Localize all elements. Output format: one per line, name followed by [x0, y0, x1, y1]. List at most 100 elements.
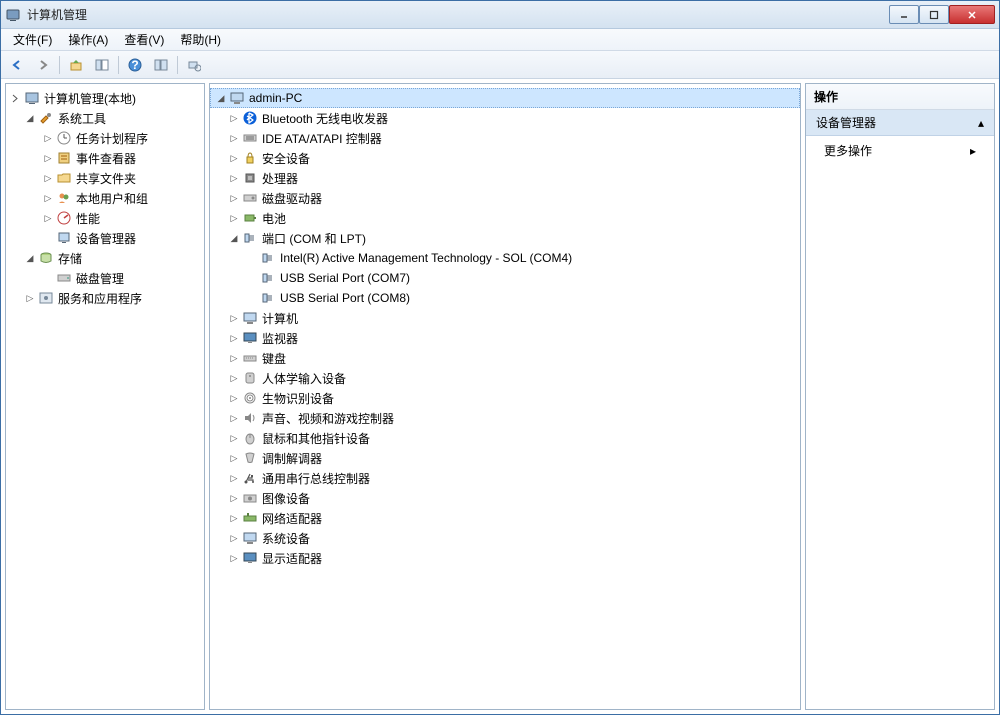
expander-icon[interactable]: ▷	[42, 172, 54, 184]
device-biometric[interactable]: ▷ 生物识别设备	[210, 388, 800, 408]
device-mice[interactable]: ▷ 鼠标和其他指针设备	[210, 428, 800, 448]
expander-down-icon[interactable]: ◢	[24, 252, 36, 264]
show-hide-tree-button[interactable]	[90, 54, 114, 76]
tree-services-apps[interactable]: ▷ 服务和应用程序	[6, 288, 204, 308]
expander-icon[interactable]: ▷	[228, 532, 240, 544]
toolbar-separator	[177, 56, 178, 74]
tree-root-computer-management[interactable]: 计算机管理(本地)	[6, 88, 204, 108]
expander-down-icon[interactable]: ◢	[24, 112, 36, 124]
device-battery[interactable]: ▷ 电池	[210, 208, 800, 228]
device-keyboards[interactable]: ▷ 键盘	[210, 348, 800, 368]
actions-panel: 操作 设备管理器 ▴ 更多操作 ▸	[805, 83, 995, 710]
node-label: 端口 (COM 和 LPT)	[262, 230, 366, 247]
tree-local-users[interactable]: ▷ 本地用户和组	[6, 188, 204, 208]
expander-icon[interactable]: ▷	[42, 212, 54, 224]
expander-icon[interactable]: ▷	[228, 372, 240, 384]
expander-icon[interactable]: ▷	[228, 332, 240, 344]
action-more[interactable]: 更多操作 ▸	[806, 136, 994, 165]
expander-icon[interactable]: ▷	[24, 292, 36, 304]
expander-icon[interactable]: ▷	[228, 132, 240, 144]
expander-icon[interactable]: ▷	[42, 192, 54, 204]
tree-device-manager[interactable]: ▷ 设备管理器	[6, 228, 204, 248]
node-label: 事件查看器	[76, 150, 136, 167]
node-label: USB Serial Port (COM8)	[280, 291, 410, 305]
device-imaging[interactable]: ▷ 图像设备	[210, 488, 800, 508]
collapse-icon[interactable]: ▴	[978, 116, 984, 130]
expander-icon[interactable]: ▷	[228, 312, 240, 324]
device-computers[interactable]: ▷ 计算机	[210, 308, 800, 328]
computer-icon	[229, 90, 245, 106]
device-processors[interactable]: ▷ 处理器	[210, 168, 800, 188]
tree-event-viewer[interactable]: ▷ 事件查看器	[6, 148, 204, 168]
expander-down-icon[interactable]: ◢	[228, 232, 240, 244]
expander-icon[interactable]: ▷	[228, 192, 240, 204]
expander-icon[interactable]: ▷	[228, 452, 240, 464]
expander-icon[interactable]: ▷	[228, 152, 240, 164]
minimize-button[interactable]	[889, 5, 919, 24]
tree-task-scheduler[interactable]: ▷ 任务计划程序	[6, 128, 204, 148]
device-root-computer[interactable]: ◢ admin-PC	[210, 88, 800, 108]
expander-icon[interactable]	[10, 92, 22, 104]
menu-help[interactable]: 帮助(H)	[172, 29, 229, 50]
node-label: 磁盘驱动器	[262, 190, 322, 207]
device-disk-drives[interactable]: ▷ 磁盘驱动器	[210, 188, 800, 208]
device-usb-controllers[interactable]: ▷ 通用串行总线控制器	[210, 468, 800, 488]
expander-icon[interactable]: ▷	[42, 132, 54, 144]
device-network[interactable]: ▷ 网络适配器	[210, 508, 800, 528]
clock-icon	[56, 130, 72, 146]
expander-icon[interactable]: ▷	[42, 152, 54, 164]
device-modems[interactable]: ▷ 调制解调器	[210, 448, 800, 468]
expander-icon[interactable]: ▷	[228, 432, 240, 444]
expander-icon[interactable]: ▷	[228, 112, 240, 124]
device-sound[interactable]: ▷ 声音、视频和游戏控制器	[210, 408, 800, 428]
device-port-sol[interactable]: ▷ Intel(R) Active Management Technology …	[210, 248, 800, 268]
forward-button[interactable]	[31, 54, 55, 76]
port-icon	[260, 250, 276, 266]
actions-section-title[interactable]: 设备管理器 ▴	[806, 110, 994, 136]
tree-system-tools[interactable]: ◢ 系统工具	[6, 108, 204, 128]
expander-icon[interactable]: ▷	[228, 552, 240, 564]
scan-button[interactable]	[182, 54, 206, 76]
expander-icon[interactable]: ▷	[228, 392, 240, 404]
tree-performance[interactable]: ▷ 性能	[6, 208, 204, 228]
device-ports[interactable]: ◢ 端口 (COM 和 LPT)	[210, 228, 800, 248]
device-security[interactable]: ▷ 安全设备	[210, 148, 800, 168]
node-label: Bluetooth 无线电收发器	[262, 110, 388, 127]
node-label: 系统工具	[58, 110, 106, 127]
menu-file[interactable]: 文件(F)	[5, 29, 60, 50]
menu-action[interactable]: 操作(A)	[60, 29, 116, 50]
device-hid[interactable]: ▷ 人体学输入设备	[210, 368, 800, 388]
tree-storage[interactable]: ◢ 存储	[6, 248, 204, 268]
expander-down-icon[interactable]: ◢	[215, 92, 227, 104]
window-title: 计算机管理	[27, 6, 889, 23]
device-system-devices[interactable]: ▷ 系统设备	[210, 528, 800, 548]
expander-icon[interactable]: ▷	[228, 212, 240, 224]
expander-icon[interactable]: ▷	[228, 472, 240, 484]
close-button[interactable]	[949, 5, 995, 24]
expander-icon[interactable]: ▷	[228, 492, 240, 504]
monitor-icon	[242, 330, 258, 346]
device-bluetooth[interactable]: ▷ Bluetooth 无线电收发器	[210, 108, 800, 128]
device-ide[interactable]: ▷ IDE ATA/ATAPI 控制器	[210, 128, 800, 148]
device-port-com8[interactable]: ▷ USB Serial Port (COM8)	[210, 288, 800, 308]
node-label: 共享文件夹	[76, 170, 136, 187]
expander-icon[interactable]: ▷	[228, 512, 240, 524]
device-monitors[interactable]: ▷ 监视器	[210, 328, 800, 348]
expander-icon[interactable]: ▷	[228, 352, 240, 364]
node-label: 显示适配器	[262, 550, 322, 567]
expander-icon[interactable]: ▷	[228, 172, 240, 184]
expander-icon[interactable]: ▷	[228, 412, 240, 424]
device-display[interactable]: ▷ 显示适配器	[210, 548, 800, 568]
port-icon	[242, 230, 258, 246]
properties-button[interactable]	[149, 54, 173, 76]
tree-shared-folders[interactable]: ▷ 共享文件夹	[6, 168, 204, 188]
back-button[interactable]	[5, 54, 29, 76]
tree-disk-management[interactable]: ▷ 磁盘管理	[6, 268, 204, 288]
device-port-com7[interactable]: ▷ USB Serial Port (COM7)	[210, 268, 800, 288]
node-label: 网络适配器	[262, 510, 322, 527]
usb-icon	[242, 470, 258, 486]
help-button[interactable]: ?	[123, 54, 147, 76]
up-button[interactable]	[64, 54, 88, 76]
menu-view[interactable]: 查看(V)	[116, 29, 172, 50]
maximize-button[interactable]	[919, 5, 949, 24]
